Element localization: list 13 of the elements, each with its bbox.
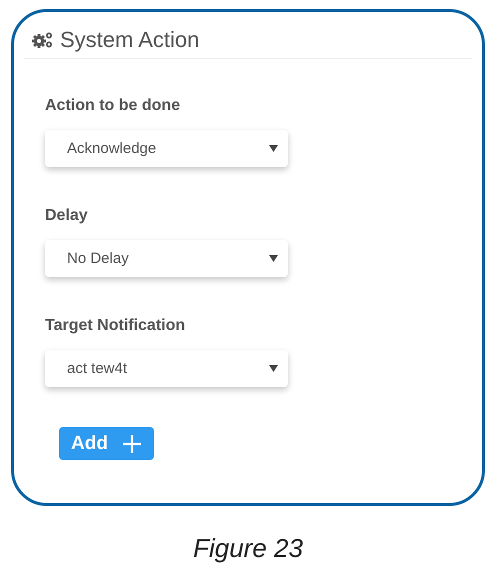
plus-icon <box>122 434 142 454</box>
select-dropdown[interactable]: Acknowledge <box>45 130 288 167</box>
gears-icon <box>32 31 54 49</box>
field-label: Action to be done <box>45 97 182 115</box>
select-dropdown[interactable]: act tew4t <box>45 350 288 387</box>
caret-icon <box>269 365 278 372</box>
select-dropdown[interactable]: No Delay <box>45 240 288 277</box>
caret-icon <box>269 145 278 152</box>
figure-caption: Figure 23 <box>192 533 304 564</box>
panel-title: System Action <box>60 27 200 53</box>
caret-icon <box>269 255 278 262</box>
field-label: Target Notification <box>45 317 186 335</box>
field-label: Delay <box>45 207 89 225</box>
